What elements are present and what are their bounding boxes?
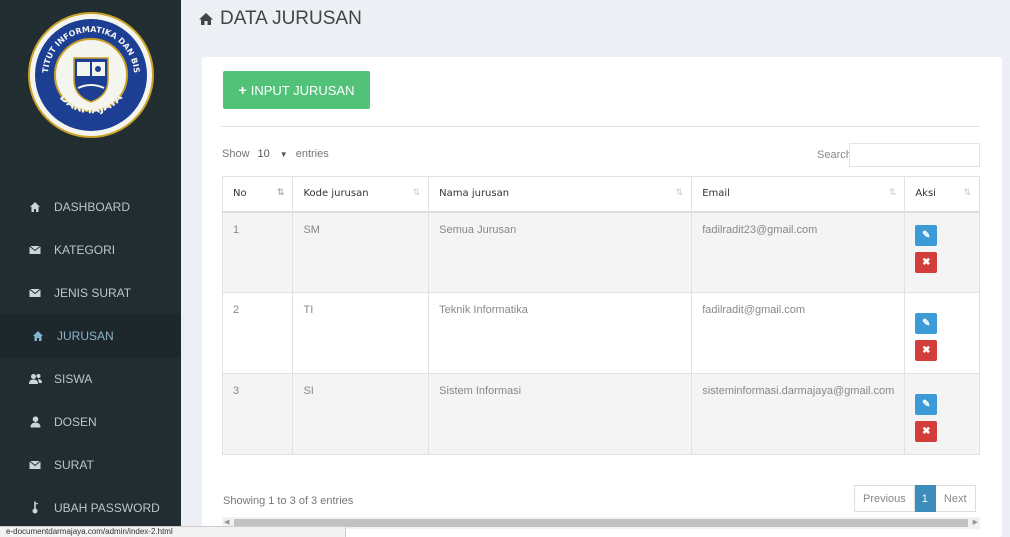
home-icon	[31, 329, 45, 343]
sort-icon: ⇅	[888, 188, 897, 198]
cell-nama: Semua Jurusan	[428, 211, 693, 293]
sidebar-item-ubah-password[interactable]: UBAH PASSWORD	[0, 486, 181, 529]
column-header-email[interactable]: Email ⇅	[691, 176, 906, 213]
edit-button[interactable]: ✎	[915, 313, 938, 334]
jurusan-table: No ⇅ Kode jurusan ⇅ Nama jurusan ⇅ Email ⇅ A…	[221, 176, 980, 455]
edit-icon: ✎	[922, 229, 931, 241]
previous-page-button[interactable]: Previous	[854, 485, 915, 512]
edit-button[interactable]: ✎	[915, 394, 938, 415]
sidebar-item-dosen[interactable]: DOSEN	[0, 400, 181, 443]
sidebar-item-dashboard[interactable]: DASHBOARD	[0, 185, 181, 228]
column-header-no[interactable]: No ⇅	[221, 176, 294, 213]
sidebar-item-label: DOSEN	[54, 414, 97, 429]
cell-aksi: ✎ ✖	[904, 373, 980, 455]
envelope-icon	[28, 243, 42, 257]
cell-aksi: ✎ ✖	[904, 292, 980, 374]
entries-select[interactable]: 10 ▼	[258, 148, 288, 160]
table-header-row: No ⇅ Kode jurusan ⇅ Nama jurusan ⇅ Email ⇅ A…	[221, 176, 980, 213]
cell-email: fadilradit@gmail.com	[691, 292, 906, 374]
close-icon: ✖	[922, 256, 931, 268]
darmajaya-logo: INSTITUT INFORMATIKA DAN BISNIS DARMAJAY…	[23, 3, 156, 140]
cell-kode: TI	[292, 292, 430, 374]
page-1-button[interactable]: 1	[914, 485, 936, 512]
sidebar-item-siswa[interactable]: SISWA	[0, 357, 181, 400]
input-jurusan-label: INPUT JURUSAN	[250, 82, 355, 98]
close-icon: ✖	[922, 345, 931, 356]
plus-icon: +	[238, 82, 247, 98]
content-box: + INPUT JURUSAN Show 10 ▼ entries Search…	[202, 57, 1002, 537]
home-icon	[28, 200, 42, 214]
cell-nama: Sistem Informasi	[428, 373, 693, 455]
caret-down-icon: ▼	[279, 149, 288, 159]
envelope-icon	[28, 458, 42, 472]
sidebar-item-label: JENIS SURAT	[54, 285, 132, 300]
sidebar-item-surat[interactable]: SURAT	[0, 443, 181, 486]
column-header-nama[interactable]: Nama jurusan ⇅	[428, 176, 693, 213]
key-icon	[28, 501, 42, 515]
search-input[interactable]	[849, 143, 980, 167]
sidebar-item-label: UBAH PASSWORD	[54, 500, 160, 515]
divider	[221, 126, 980, 127]
sidebar-item-label: SISWA	[54, 371, 93, 386]
table-row: 3 SI Sistem Informasi sisteminformasi.da…	[221, 373, 980, 455]
cell-email: fadilradit23@gmail.com	[691, 211, 906, 293]
table-row: 1 SM Semua Jurusan fadilradit23@gmail.co…	[221, 211, 980, 293]
table-info: Showing 1 to 3 of 3 entries	[223, 495, 354, 507]
sidebar-menu: DASHBOARD KATEGORI JENIS SURAT JURUSAN S…	[0, 185, 181, 529]
pagination: Previous 1 Next	[854, 485, 976, 512]
sidebar-item-label: KATEGORI	[54, 242, 116, 257]
edit-button[interactable]: ✎	[915, 224, 938, 246]
cell-no: 2	[221, 292, 294, 374]
cell-aksi: ✎ ✖	[904, 211, 980, 293]
column-header-kode[interactable]: Kode jurusan ⇅	[292, 176, 430, 213]
status-url: e-documentdarmajaya.com/admin/index-2.ht…	[0, 526, 346, 537]
envelope-icon	[28, 286, 42, 300]
table-row: 2 TI Teknik Informatika fadilradit@gmail…	[221, 292, 980, 374]
next-page-button[interactable]: Next	[935, 485, 976, 512]
cell-kode: SI	[292, 373, 430, 455]
input-jurusan-button[interactable]: + INPUT JURUSAN	[223, 71, 370, 109]
cell-no: 1	[221, 211, 294, 293]
user-icon	[28, 415, 42, 429]
cell-nama: Teknik Informatika	[428, 292, 693, 374]
cell-email: sisteminformasi.darmajaya@gmail.com	[691, 373, 906, 455]
delete-button[interactable]: ✖	[915, 251, 938, 273]
edit-icon: ✎	[922, 318, 931, 329]
cell-kode: SM	[292, 211, 430, 293]
scroll-right-icon[interactable]: ▶	[973, 517, 978, 529]
delete-button[interactable]: ✖	[915, 421, 938, 442]
edit-icon: ✎	[922, 399, 931, 410]
home-icon	[198, 11, 214, 27]
users-icon	[28, 372, 42, 386]
sidebar-item-jurusan[interactable]: JURUSAN	[0, 314, 181, 357]
show-label: Show	[222, 148, 250, 160]
sidebar-item-kategori[interactable]: KATEGORI	[0, 228, 181, 271]
page-title: DATA JURUSAN	[198, 8, 362, 30]
sidebar-item-label: JURUSAN	[57, 328, 114, 343]
cell-no: 3	[221, 373, 294, 455]
column-header-aksi[interactable]: Aksi ⇅	[904, 176, 980, 213]
entries-label: entries	[295, 148, 329, 160]
page-title-text: DATA JURUSAN	[220, 8, 362, 29]
sidebar-item-label: SURAT	[54, 457, 94, 472]
entries-value: 10	[257, 148, 270, 160]
sort-icon: ⇅	[963, 188, 971, 198]
delete-button[interactable]: ✖	[915, 340, 938, 361]
sort-icon: ⇅	[675, 188, 684, 198]
sidebar: INSTITUT INFORMATIKA DAN BISNIS DARMAJAY…	[0, 0, 181, 537]
close-icon: ✖	[922, 426, 931, 437]
sidebar-item-label: DASHBOARD	[54, 199, 131, 214]
sort-icon: ⇅	[412, 188, 421, 198]
sidebar-item-jenis-surat[interactable]: JENIS SURAT	[0, 271, 181, 314]
sort-icon: ⇅	[276, 188, 285, 198]
entries-control: Show 10 ▼ entries	[222, 148, 329, 160]
